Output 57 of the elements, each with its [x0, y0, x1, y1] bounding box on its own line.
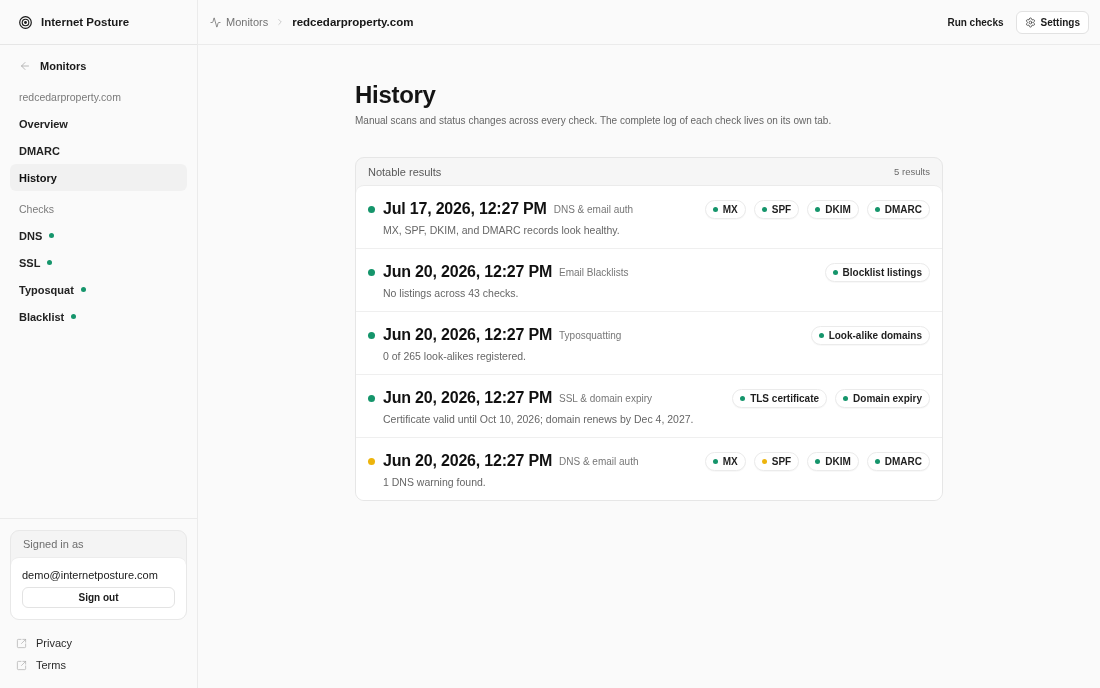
check-tag: Blocklist listings	[824, 262, 930, 282]
footer-link[interactable]: Privacy	[10, 632, 73, 654]
check-tag: SPF	[753, 199, 800, 219]
result-summary: 0 of 265 look-alikes registered.	[383, 349, 526, 363]
result-summary: Certificate valid until Oct 10, 2026; domain renews by Dec 4, 2027.	[383, 412, 694, 426]
check-tag: Domain expiry	[835, 388, 930, 408]
breadcrumb-link[interactable]: Monitors	[210, 16, 269, 28]
run-checks-button[interactable]: Run checks	[947, 16, 1004, 28]
result-count: 5 results	[894, 166, 930, 177]
result-category: SSL & domain expiry	[559, 392, 653, 404]
sign-out-button[interactable]: Sign out	[22, 587, 175, 608]
breadcrumb-current: redcedarproperty.com	[292, 16, 414, 28]
check-tag: SPF	[753, 451, 800, 471]
check-tag: DMARC	[866, 199, 930, 219]
brand-name: Internet Posture	[41, 16, 130, 28]
check-tag: DKIM	[807, 451, 859, 471]
check-tag: Look-alike domains	[810, 325, 930, 345]
result-date: Jun 20, 2026, 12:27 PM	[383, 451, 553, 471]
sidebar-item[interactable]: DMARC	[10, 137, 187, 164]
external-link-icon	[16, 659, 27, 671]
result-category: DNS & email auth	[553, 203, 634, 215]
check-tag: DKIM	[807, 199, 859, 219]
sidebar-item[interactable]: SSL	[10, 249, 187, 276]
domain-label: redcedarproperty.com	[19, 90, 121, 105]
result-date: Jun 20, 2026, 12:27 PM	[383, 325, 553, 345]
settings-button[interactable]: Settings	[1015, 10, 1089, 34]
check-tag: MX	[704, 199, 746, 219]
sidebar-item[interactable]: History	[10, 164, 187, 191]
sidebar-item[interactable]: DNS	[10, 222, 187, 249]
result-category: DNS & email auth	[559, 455, 639, 467]
result-date: Jun 20, 2026, 12:27 PM	[383, 262, 553, 282]
check-tag: TLS certificate	[732, 388, 828, 408]
result-date: Jun 20, 2026, 12:27 PM	[383, 388, 553, 408]
check-tag: DMARC	[866, 451, 930, 471]
result-category: Typosquatting	[559, 329, 622, 341]
settings-icon	[1024, 16, 1036, 28]
back-link[interactable]: Monitors	[10, 53, 96, 79]
check-tag: MX	[704, 451, 746, 471]
result-summary: 1 DNS warning found.	[383, 475, 486, 489]
panel-title: Notable results	[368, 165, 442, 178]
section-label: Checks	[19, 202, 54, 217]
sidebar-item[interactable]: Typosquat	[10, 276, 187, 303]
result-date: Jul 17, 2026, 12:27 PM	[383, 199, 547, 219]
page-subtitle: Manual scans and status changes across every check. The complete log of each check lives on its own tab.	[355, 114, 832, 128]
external-link-icon	[16, 637, 27, 649]
target-icon	[19, 15, 32, 29]
sidebar-item[interactable]: Overview	[10, 110, 187, 137]
account-email: demo@internetposture.com	[22, 568, 158, 582]
result-summary: No listings across 43 checks.	[383, 286, 519, 300]
footer-link[interactable]: Terms	[10, 654, 66, 676]
result-category: Email Blacklists	[559, 266, 629, 278]
page-title: History	[355, 81, 436, 109]
back-arrow-icon	[19, 60, 31, 72]
account-heading: Signed in as	[23, 538, 84, 550]
result-summary: MX, SPF, DKIM, and DMARC records look healthy.	[383, 223, 620, 237]
sidebar-item[interactable]: Blacklist	[10, 303, 187, 330]
pulse-icon	[210, 16, 221, 28]
